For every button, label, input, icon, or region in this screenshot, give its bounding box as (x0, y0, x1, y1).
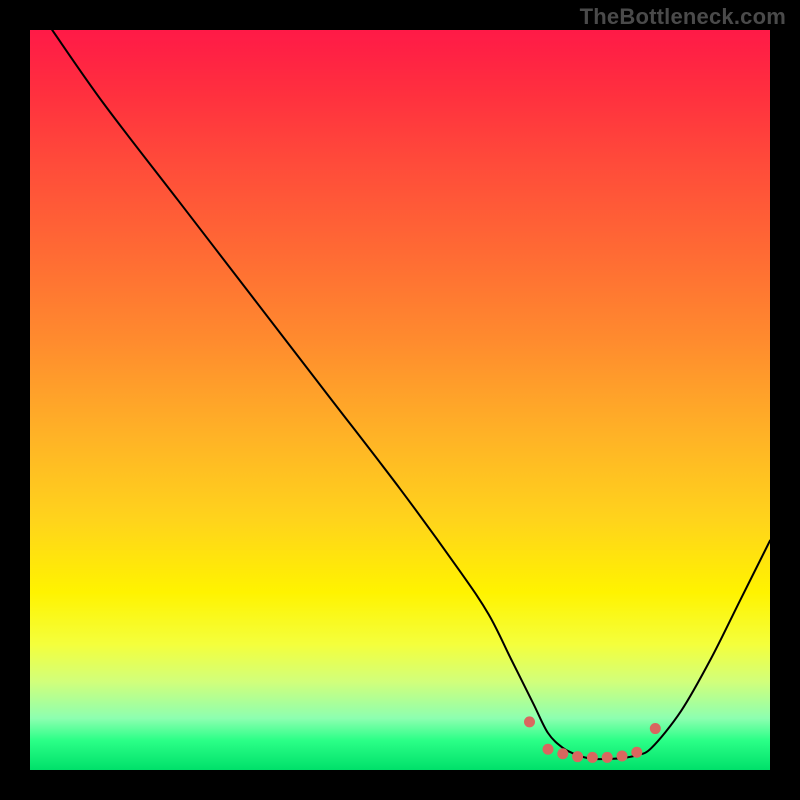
watermark-text: TheBottleneck.com (580, 4, 786, 30)
marker-dot (572, 751, 583, 762)
marker-dot (557, 748, 568, 759)
plot-area (30, 30, 770, 770)
marker-dots (524, 716, 661, 763)
chart-svg (30, 30, 770, 770)
marker-dot (587, 752, 598, 763)
chart-curve (52, 30, 770, 759)
chart-frame: TheBottleneck.com (0, 0, 800, 800)
marker-dot (650, 723, 661, 734)
marker-dot (602, 752, 613, 763)
marker-dot (617, 750, 628, 761)
marker-dot (543, 744, 554, 755)
marker-dot (631, 747, 642, 758)
marker-dot (524, 716, 535, 727)
